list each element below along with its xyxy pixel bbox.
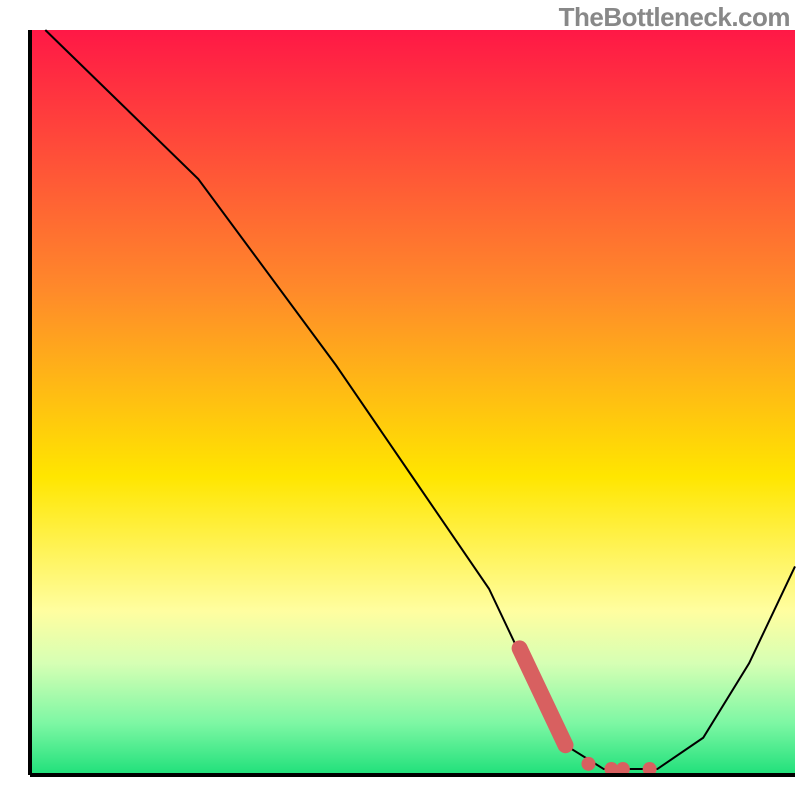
watermark-text: TheBottleneck.com <box>559 2 790 33</box>
highlight-dot <box>581 757 595 771</box>
bottleneck-chart <box>0 0 800 800</box>
chart-container: TheBottleneck.com <box>0 0 800 800</box>
plot-background <box>30 30 795 775</box>
